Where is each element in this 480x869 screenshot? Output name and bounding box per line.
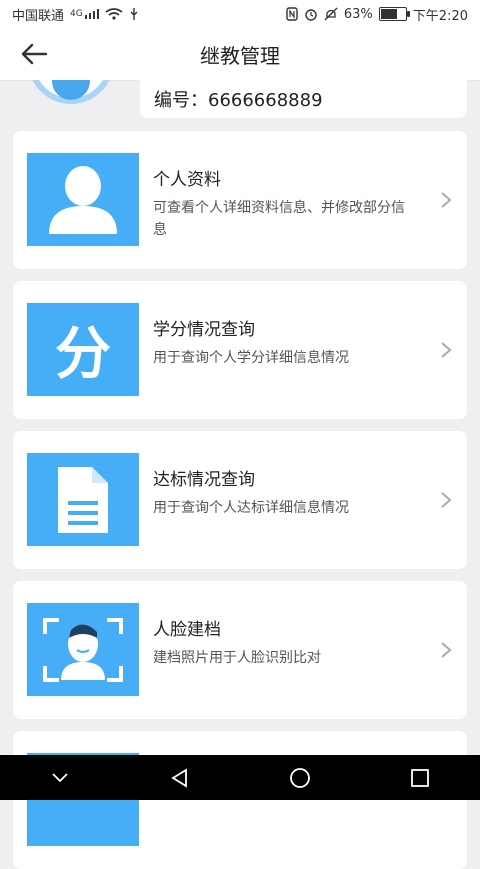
triangle-back-icon bbox=[171, 767, 187, 788]
card-description: 用于查询个人学分详细信息情况 bbox=[153, 350, 349, 366]
carrier-label: 中国联通 bbox=[12, 8, 65, 24]
system-nav-bar bbox=[0, 755, 480, 800]
user-icon bbox=[27, 153, 139, 246]
menu-card-partial[interactable] bbox=[13, 731, 467, 869]
profile-number: 编号：6666668889 bbox=[154, 90, 323, 111]
clock: 下午2:20 bbox=[412, 8, 468, 24]
mute-icon bbox=[324, 7, 338, 21]
nfc-icon bbox=[286, 7, 298, 21]
status-right: 63% 下午2:20 bbox=[286, 5, 468, 24]
card-title: 人脸建档 bbox=[153, 620, 221, 640]
arrow-left-icon bbox=[21, 43, 48, 65]
battery-icon bbox=[378, 7, 410, 21]
chevron-right-icon bbox=[441, 342, 452, 358]
chevron-right-icon bbox=[441, 492, 452, 508]
signal-icon bbox=[84, 9, 99, 19]
page-title: 继教管理 bbox=[200, 43, 280, 68]
nav-recents-button[interactable] bbox=[400, 758, 440, 798]
wifi-icon bbox=[105, 8, 123, 20]
credit-icon: 分 bbox=[27, 303, 139, 396]
card-description: 用于查询个人达标详细信息情况 bbox=[153, 500, 349, 516]
chevron-down-icon bbox=[52, 772, 68, 782]
menu-card-standard-query[interactable]: 达标情况查询 用于查询个人达标详细信息情况 bbox=[13, 431, 467, 569]
app-header: 继教管理 bbox=[0, 28, 480, 81]
back-button[interactable] bbox=[18, 40, 50, 68]
card-description: 建档照片用于人脸识别比对 bbox=[153, 650, 321, 666]
chevron-right-icon bbox=[441, 192, 452, 208]
nav-back-button[interactable] bbox=[160, 758, 200, 798]
credit-glyph: 分 bbox=[55, 321, 111, 387]
card-title: 个人资料 bbox=[153, 170, 221, 190]
usb-icon bbox=[130, 8, 138, 20]
face-scan-icon bbox=[27, 603, 139, 696]
network-type-label: 4G bbox=[70, 9, 83, 19]
card-title: 学分情况查询 bbox=[153, 320, 255, 340]
menu-card-personal-info[interactable]: 个人资料 可查看个人详细资料信息、并修改部分信息 bbox=[13, 131, 467, 269]
status-bar: 中国联通 4G 63% 下午2:20 bbox=[0, 0, 480, 28]
battery-percent: 63% bbox=[343, 6, 373, 22]
alarm-icon bbox=[305, 9, 317, 21]
chevron-right-icon bbox=[441, 642, 452, 658]
status-left: 中国联通 4G bbox=[12, 5, 139, 24]
nav-collapse-button[interactable] bbox=[40, 758, 80, 798]
circle-home-icon bbox=[290, 767, 310, 788]
menu-card-credit-query[interactable]: 分 学分情况查询 用于查询个人学分详细信息情况 bbox=[13, 281, 467, 419]
card-description: 可查看个人详细资料信息、并修改部分信息 bbox=[153, 200, 405, 238]
avatar bbox=[28, 80, 114, 104]
profile-card: 编号：6666668889 bbox=[140, 80, 467, 118]
document-icon bbox=[27, 453, 139, 546]
card-title: 达标情况查询 bbox=[153, 470, 255, 490]
nav-home-button[interactable] bbox=[280, 758, 320, 798]
menu-card-face-profile[interactable]: 人脸建档 建档照片用于人脸识别比对 bbox=[13, 581, 467, 719]
square-recents-icon bbox=[411, 768, 429, 787]
